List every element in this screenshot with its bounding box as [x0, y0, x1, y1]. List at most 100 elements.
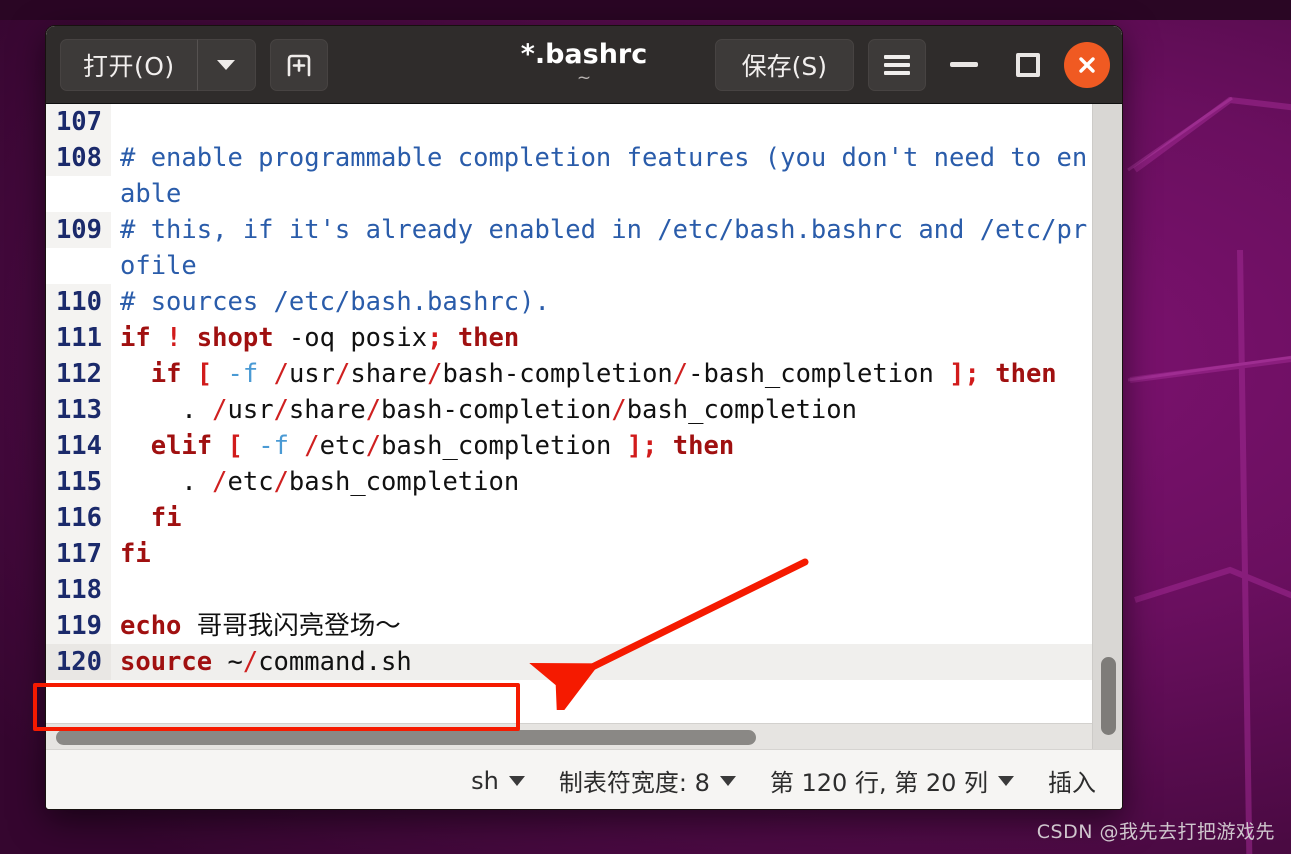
code-token: bash-completion	[442, 359, 673, 389]
code-token: if	[120, 323, 151, 353]
code-line-row[interactable]: 114 elif [ -f /etc/bash_completion ]; th…	[46, 428, 1092, 464]
code-token: /	[212, 467, 228, 497]
minimize-button[interactable]	[932, 35, 996, 95]
code-token: usr	[288, 359, 336, 389]
code-token: .	[120, 467, 213, 497]
code-token: shopt	[196, 323, 274, 353]
code-token: command.sh	[258, 647, 412, 677]
maximize-button[interactable]	[996, 35, 1060, 95]
tab-width-label: 制表符宽度: 8	[558, 769, 710, 797]
code-token: -bash_completion	[688, 359, 950, 389]
vertical-scrollbar[interactable]	[1092, 104, 1122, 749]
hamburger-menu-icon	[884, 51, 910, 79]
code-token: ;	[427, 323, 443, 353]
code-line-text: source ~/command.sh	[111, 644, 412, 680]
code-token: share	[350, 359, 428, 389]
gedit-window: 打开(O) *.bashrc ~ 保存(S) 107 108 # enable …	[45, 25, 1123, 810]
code-token: # enable programmable completion feature…	[120, 143, 1088, 209]
code-token: /	[365, 395, 382, 425]
close-button[interactable]	[1064, 41, 1110, 88]
main-menu-button[interactable]	[868, 38, 926, 91]
line-number: 111	[46, 320, 111, 356]
code-token: /	[672, 359, 689, 389]
chevron-down-icon	[998, 775, 1014, 786]
line-number: 113	[46, 392, 111, 428]
code-line-row[interactable]: 116 fi	[46, 500, 1092, 536]
code-token: /	[365, 431, 382, 461]
line-number: 118	[46, 572, 111, 608]
code-token: bash_completion	[288, 467, 520, 497]
code-line-row[interactable]: 112 if [ -f /usr/share/bash-completion/-…	[46, 356, 1092, 392]
document-title: *.bashrc	[520, 39, 648, 71]
code-token: etc	[227, 467, 274, 497]
insert-mode-label: 插入	[1048, 769, 1096, 797]
code-line-row[interactable]: 119 echo 哥哥我闪亮登场～	[46, 608, 1092, 644]
chevron-down-icon	[217, 59, 236, 70]
code-token: # this, if it's already enabled in /etc/…	[120, 215, 1088, 281]
horizontal-scrollbar-thumb[interactable]	[56, 730, 756, 745]
code-line-row[interactable]: 120 source ~/command.sh	[46, 644, 1092, 680]
code-token: then	[995, 359, 1057, 389]
code-line-text: # sources /etc/bash.bashrc).	[111, 284, 550, 320]
header-right-controls: 保存(S)	[714, 35, 1116, 95]
code-token: /	[242, 647, 259, 677]
code-line-row[interactable]: 115 . /etc/bash_completion	[46, 464, 1092, 500]
code-line-row[interactable]: 113 . /usr/share/bash-completion/bash_co…	[46, 392, 1092, 428]
cursor-position-selector[interactable]: 第 120 行, 第 20 列	[770, 763, 1014, 798]
language-selector[interactable]: sh	[471, 767, 525, 795]
code-token: /	[427, 359, 443, 389]
watermark-text: CSDN @我先去打把游戏先	[1036, 821, 1275, 843]
save-button[interactable]: 保存(S)	[714, 38, 854, 91]
code-line-row[interactable]: 117 fi	[46, 536, 1092, 572]
code-line-text: # this, if it's already enabled in /etc/…	[111, 212, 1092, 284]
code-token: ]	[626, 431, 643, 461]
code-line-text: fi	[111, 536, 151, 572]
code-line-text: # enable programmable completion feature…	[111, 140, 1092, 212]
code-line-text	[111, 104, 135, 140]
horizontal-scrollbar[interactable]	[46, 723, 1092, 749]
line-number: 107	[46, 104, 111, 140]
code-token: [	[227, 431, 243, 461]
code-line-row[interactable]: 111 if ! shopt -oq posix; then	[46, 320, 1092, 356]
open-button-label: 打开(O)	[83, 51, 175, 81]
code-token: bash-completion	[381, 395, 612, 425]
code-line-row[interactable]: 107	[46, 104, 1092, 140]
save-button-label: 保存(S)	[741, 51, 827, 81]
code-token: /	[611, 395, 627, 425]
code-line-row[interactable]: 118	[46, 572, 1092, 608]
maximize-icon	[1016, 52, 1040, 77]
line-number: 108	[46, 140, 111, 176]
code-line-row[interactable]: 108 # enable programmable completion feat…	[46, 140, 1092, 212]
code-line-text	[111, 572, 135, 608]
code-token: /	[335, 359, 351, 389]
code-token: /	[304, 431, 320, 461]
code-token: share	[288, 395, 366, 425]
code-text-view[interactable]: 107 108 # enable programmable completion …	[46, 104, 1092, 749]
code-token: -f	[227, 359, 259, 389]
code-line-text: . /etc/bash_completion	[111, 464, 519, 500]
new-document-button[interactable]	[269, 38, 328, 91]
vertical-scrollbar-thumb[interactable]	[1101, 657, 1116, 735]
code-token: # sources /etc/bash.bashrc).	[120, 287, 550, 317]
cursor-position-label: 第 120 行, 第 20 列	[769, 769, 988, 797]
code-line-text: fi	[111, 500, 182, 536]
tab-width-selector[interactable]: 制表符宽度: 8	[559, 763, 736, 798]
code-token: ~	[212, 647, 243, 677]
line-number: 115	[46, 464, 111, 500]
code-token: bash_completion	[381, 431, 627, 461]
code-token: ]	[949, 359, 965, 389]
open-dropdown-button[interactable]	[197, 38, 256, 91]
code-token: ;	[964, 359, 980, 389]
code-line-row[interactable]: 110 # sources /etc/bash.bashrc).	[46, 284, 1092, 320]
open-button[interactable]: 打开(O)	[60, 38, 198, 91]
code-token: if	[150, 359, 182, 389]
code-token: !	[166, 323, 182, 353]
code-token: bash_completion	[626, 395, 857, 425]
chevron-down-icon	[508, 775, 525, 786]
code-line-row[interactable]: 109 # this, if it's already enabled in /e…	[46, 212, 1092, 284]
